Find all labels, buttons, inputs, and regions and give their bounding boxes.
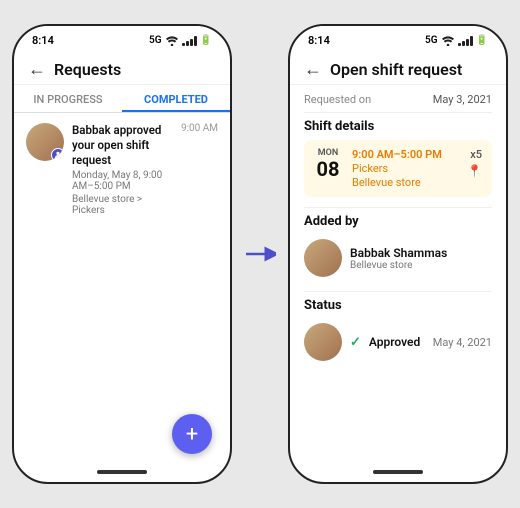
- notification-body: Babbak approved your open shift request …: [72, 123, 173, 216]
- requested-on-label: Requested on: [304, 93, 371, 106]
- requested-on-row: Requested on May 3, 2021: [304, 93, 492, 106]
- home-indicator-2: [373, 470, 423, 474]
- status-bar-1: 8:14 5G 🔋: [14, 26, 230, 51]
- shift-count: x5: [470, 148, 482, 161]
- tab-in-progress[interactable]: IN PROGRESS: [14, 85, 122, 112]
- notification-item[interactable]: Babbak approved your open shift request …: [14, 113, 230, 226]
- shift-meta: x5 📍: [467, 148, 482, 178]
- status-label: Approved: [369, 335, 420, 349]
- phone-1: 8:14 5G 🔋 ← Requests: [12, 24, 232, 484]
- page-title-1: Requests: [54, 60, 121, 79]
- shift-details-title: Shift details: [304, 119, 492, 134]
- battery-icon-2: 🔋: [476, 35, 488, 46]
- added-by-title: Added by: [304, 214, 492, 229]
- avatar-1: [26, 123, 64, 161]
- status-bar-2: 8:14 5G 🔋: [290, 26, 506, 51]
- signal-icon-2: [458, 36, 473, 46]
- avatar-3: [304, 323, 342, 361]
- notification-time: 9:00 AM: [181, 123, 218, 134]
- avatar-2: [304, 239, 342, 277]
- wifi-icon: [165, 36, 179, 46]
- battery-icon: 🔋: [200, 35, 212, 46]
- phone-1-content: ← Requests IN PROGRESS COMPLETED: [14, 51, 230, 464]
- shift-time: 9:00 AM–5:00 PM: [352, 148, 457, 161]
- wifi-icon-2: [441, 36, 455, 46]
- phone-2: 8:14 5G 🔋 ← Open shift: [288, 24, 508, 484]
- added-by-row: Babbak Shammas Bellevue store: [304, 235, 492, 285]
- added-by-name: Babbak Shammas: [350, 246, 447, 260]
- divider-3: [304, 291, 492, 292]
- status-icons-2: 5G 🔋: [425, 35, 488, 46]
- notification-sub: Monday, May 8, 9:00 AM–5:00 PM: [72, 170, 173, 192]
- avatar-badge: [51, 148, 64, 161]
- shift-role: Pickers: [352, 162, 457, 175]
- fab-button[interactable]: +: [172, 414, 212, 454]
- back-button-1[interactable]: ←: [28, 59, 46, 80]
- detail-section: Requested on May 3, 2021 Shift details M…: [290, 85, 506, 369]
- shift-store: Bellevue store: [352, 176, 457, 189]
- status-check-icon: ✓: [350, 335, 361, 350]
- network-2: 5G: [425, 35, 438, 46]
- divider-1: [304, 112, 492, 113]
- page-title-2: Open shift request: [330, 60, 462, 79]
- time-1: 8:14: [32, 34, 54, 47]
- status-title: Status: [304, 298, 492, 313]
- shift-info: 9:00 AM–5:00 PM Pickers Bellevue store: [352, 148, 457, 189]
- shift-card: MON 08 9:00 AM–5:00 PM Pickers Bellevue …: [304, 140, 492, 197]
- home-indicator-1: [97, 470, 147, 474]
- back-button-2[interactable]: ←: [304, 59, 322, 80]
- requested-on-date: May 3, 2021: [433, 93, 492, 106]
- nav-header-2: ← Open shift request: [290, 51, 506, 85]
- shift-day: 08: [317, 158, 340, 180]
- status-icons-1: 5G 🔋: [149, 35, 212, 46]
- signal-icon: [182, 36, 197, 46]
- added-by-store: Bellevue store: [350, 260, 447, 271]
- notification-store: Bellevue store > Pickers: [72, 194, 173, 216]
- location-icon: 📍: [467, 164, 482, 178]
- network-1: 5G: [149, 35, 162, 46]
- phone-2-content: ← Open shift request Requested on May 3,…: [290, 51, 506, 464]
- added-by-info: Babbak Shammas Bellevue store: [350, 246, 447, 271]
- divider-2: [304, 207, 492, 208]
- tabs-1: IN PROGRESS COMPLETED: [14, 85, 230, 113]
- nav-header-1: ← Requests: [14, 51, 230, 85]
- time-2: 8:14: [308, 34, 330, 47]
- arrow-connector: [244, 244, 276, 264]
- tab-completed[interactable]: COMPLETED: [122, 85, 230, 112]
- shift-date-block: MON 08: [314, 148, 342, 180]
- status-row: ✓ Approved May 4, 2021: [304, 319, 492, 365]
- notification-text: Babbak approved your open shift request: [72, 123, 173, 168]
- status-date: May 4, 2021: [433, 336, 492, 349]
